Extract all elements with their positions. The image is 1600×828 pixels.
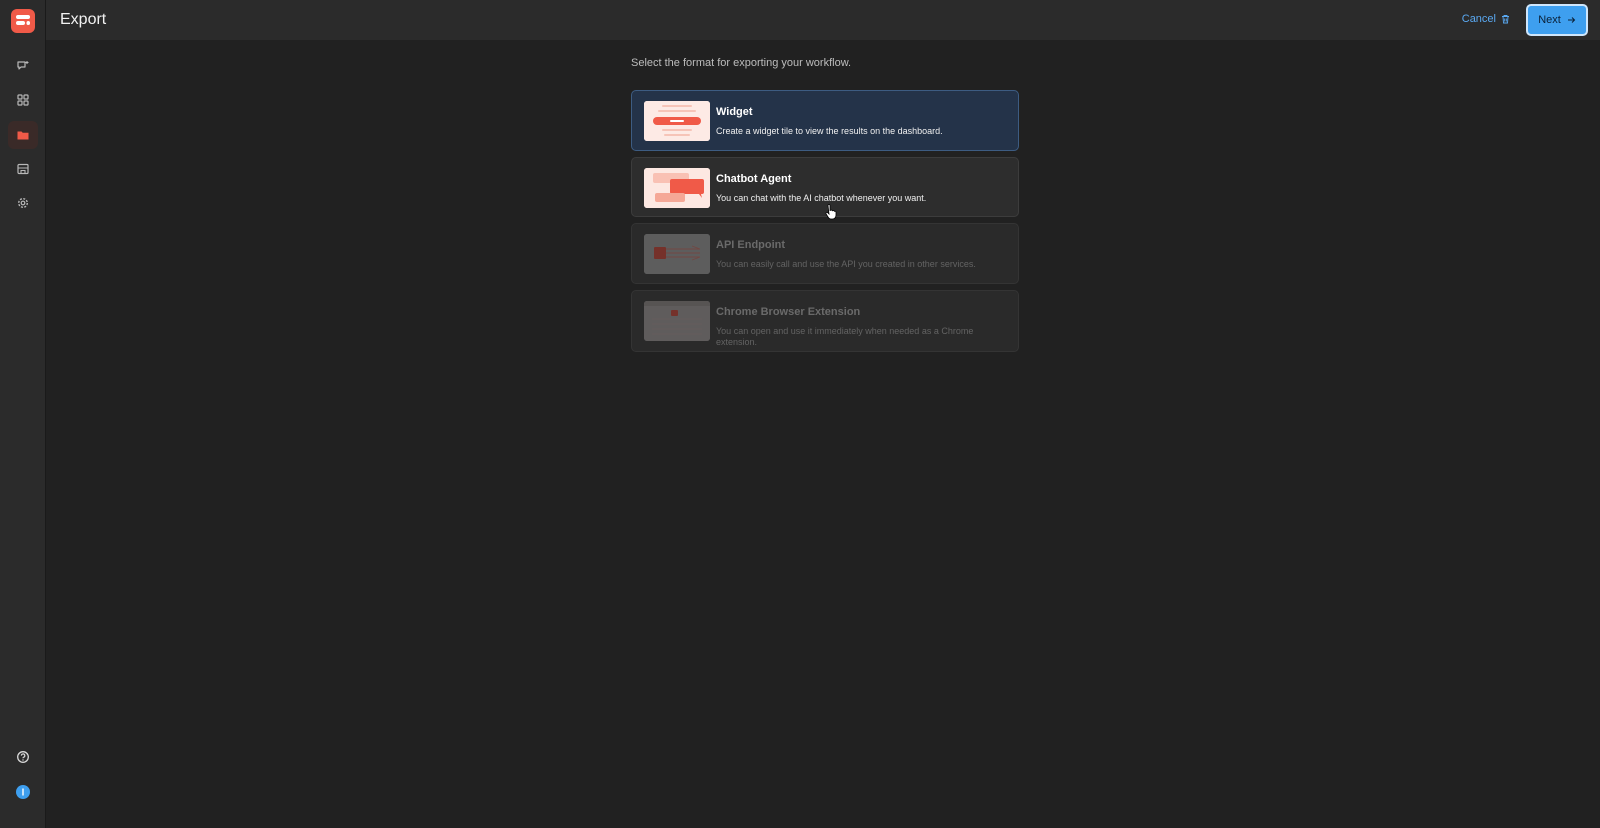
export-option-widget[interactable]: Widget Create a widget tile to view the … bbox=[631, 90, 1019, 151]
cancel-button[interactable]: Cancel bbox=[1462, 13, 1510, 25]
folder-icon bbox=[17, 131, 29, 140]
sidebar-item-store[interactable] bbox=[8, 155, 38, 183]
next-button[interactable]: Next bbox=[1526, 4, 1588, 36]
export-option-api-endpoint[interactable]: API Endpoint You can easily call and use… bbox=[631, 223, 1019, 284]
sidebar-item-chat[interactable] bbox=[8, 52, 38, 80]
help-button[interactable] bbox=[8, 743, 38, 771]
sidebar bbox=[0, 0, 46, 828]
option-title: Chrome Browser Extension bbox=[716, 306, 861, 318]
hand-pointer-icon bbox=[825, 204, 837, 220]
option-description: You can easily call and use the API you … bbox=[716, 259, 976, 269]
chrome-extension-thumbnail bbox=[644, 301, 710, 341]
option-title: API Endpoint bbox=[716, 239, 786, 251]
store-icon bbox=[17, 163, 29, 175]
next-label: Next bbox=[1538, 14, 1561, 26]
option-description: Create a widget tile to view the results… bbox=[716, 126, 943, 136]
trash-icon bbox=[1502, 15, 1509, 24]
widget-thumbnail bbox=[644, 101, 710, 141]
info-icon bbox=[16, 785, 30, 799]
logo-icon bbox=[16, 15, 30, 25]
option-title: Widget bbox=[716, 106, 753, 118]
chat-plus-icon bbox=[17, 61, 29, 70]
gear-icon bbox=[17, 197, 29, 209]
export-instruction: Select the format for exporting your wor… bbox=[631, 57, 852, 69]
help-icon bbox=[17, 751, 29, 763]
sidebar-item-projects[interactable] bbox=[8, 121, 38, 149]
arrow-right-icon bbox=[1567, 17, 1576, 23]
top-bar: Export Cancel Next bbox=[46, 0, 1600, 40]
chatbot-thumbnail bbox=[644, 168, 710, 208]
export-option-chrome-extension[interactable]: Chrome Browser Extension You can open an… bbox=[631, 290, 1019, 352]
sidebar-item-settings[interactable] bbox=[8, 189, 38, 217]
app-logo[interactable] bbox=[11, 9, 35, 33]
option-title: Chatbot Agent bbox=[716, 173, 792, 185]
cancel-label: Cancel bbox=[1461, 13, 1496, 25]
option-description: You can chat with the AI chatbot wheneve… bbox=[716, 193, 927, 203]
api-thumbnail bbox=[644, 234, 710, 274]
sidebar-item-dashboard[interactable] bbox=[8, 86, 38, 114]
user-avatar[interactable] bbox=[8, 778, 38, 806]
option-description: You can open and use it immediately when… bbox=[716, 326, 974, 347]
page-title: Export bbox=[60, 11, 107, 28]
grid-icon bbox=[17, 94, 29, 106]
